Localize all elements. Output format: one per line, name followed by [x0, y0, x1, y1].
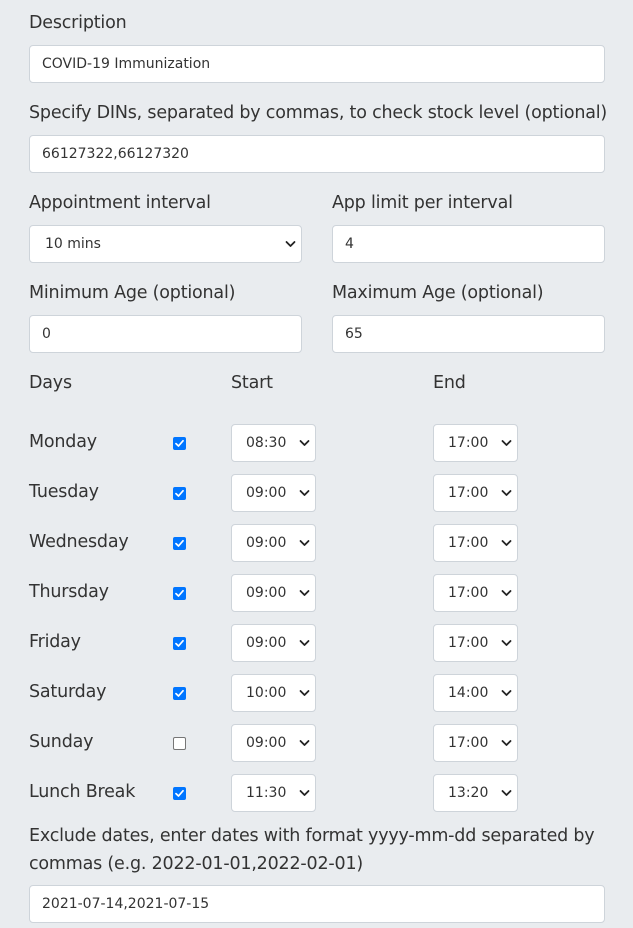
end-time-value: 17:00	[448, 585, 489, 601]
day-label: Lunch Break	[29, 782, 136, 802]
chevron-down-icon	[299, 790, 310, 796]
description-label: Description	[29, 13, 127, 33]
start-time-value: 09:00	[246, 635, 287, 651]
start-time-value: 11:30	[246, 785, 287, 801]
start-time-select[interactable]: 08:30	[231, 424, 316, 462]
start-header: Start	[231, 373, 273, 393]
end-time-select[interactable]: 17:00	[433, 574, 518, 612]
chevron-down-icon	[501, 540, 512, 546]
start-time-value: 09:00	[246, 485, 287, 501]
end-time-value: 14:00	[448, 685, 489, 701]
max-age-input[interactable]	[332, 315, 605, 353]
chevron-down-icon	[299, 590, 310, 596]
day-label: Tuesday	[29, 482, 99, 502]
check-icon	[175, 689, 184, 697]
end-time-value: 13:20	[448, 785, 489, 801]
max-age-label: Maximum Age (optional)	[332, 283, 544, 303]
end-time-select[interactable]: 13:20	[433, 774, 518, 812]
app-limit-input[interactable]	[332, 225, 605, 263]
start-time-select[interactable]: 09:00	[231, 724, 316, 762]
dins-input[interactable]	[29, 135, 605, 173]
appointment-interval-select[interactable]: 10 mins	[29, 225, 302, 263]
appointment-interval-label: Appointment interval	[29, 193, 211, 213]
exclude-dates-input[interactable]	[29, 885, 605, 923]
end-time-select[interactable]: 17:00	[433, 524, 518, 562]
end-time-select[interactable]: 17:00	[433, 474, 518, 512]
chevron-down-icon	[299, 490, 310, 496]
day-label: Saturday	[29, 682, 107, 702]
end-time-value: 17:00	[448, 435, 489, 451]
check-icon	[175, 789, 184, 797]
end-time-value: 17:00	[448, 485, 489, 501]
day-checkbox[interactable]	[173, 487, 186, 500]
day-label: Monday	[29, 432, 97, 452]
day-checkbox[interactable]	[173, 687, 186, 700]
chevron-down-icon	[501, 590, 512, 596]
end-time-value: 17:00	[448, 635, 489, 651]
appointment-interval-value: 10 mins	[45, 236, 101, 252]
start-time-value: 09:00	[246, 735, 287, 751]
end-time-select[interactable]: 17:00	[433, 624, 518, 662]
start-time-select[interactable]: 09:00	[231, 474, 316, 512]
min-age-label: Minimum Age (optional)	[29, 283, 236, 303]
start-time-value: 08:30	[246, 435, 287, 451]
end-time-value: 17:00	[448, 535, 489, 551]
check-icon	[175, 489, 184, 497]
start-time-value: 09:00	[246, 585, 287, 601]
check-icon	[175, 589, 184, 597]
start-time-select[interactable]: 09:00	[231, 574, 316, 612]
chevron-down-icon	[299, 740, 310, 746]
chevron-down-icon	[299, 690, 310, 696]
day-checkbox[interactable]	[173, 537, 186, 550]
check-icon	[175, 539, 184, 547]
chevron-down-icon	[299, 540, 310, 546]
exclude-dates-label-line1: Exclude dates, enter dates with format y…	[29, 826, 595, 846]
day-checkbox[interactable]	[173, 437, 186, 450]
start-time-select[interactable]: 09:00	[231, 524, 316, 562]
dins-label: Specify DINs, separated by commas, to ch…	[29, 103, 608, 123]
end-time-value: 17:00	[448, 735, 489, 751]
chevron-down-icon	[299, 640, 310, 646]
start-time-value: 09:00	[246, 535, 287, 551]
exclude-dates-label: Exclude dates, enter dates with format y…	[29, 822, 595, 878]
chevron-down-icon	[501, 690, 512, 696]
day-checkbox[interactable]	[173, 737, 186, 750]
chevron-down-icon	[299, 440, 310, 446]
chevron-down-icon	[501, 640, 512, 646]
app-limit-label: App limit per interval	[332, 193, 513, 213]
start-time-select[interactable]: 09:00	[231, 624, 316, 662]
chevron-down-icon	[285, 241, 296, 247]
start-time-value: 10:00	[246, 685, 287, 701]
day-label: Thursday	[29, 582, 109, 602]
end-time-select[interactable]: 17:00	[433, 724, 518, 762]
chevron-down-icon	[501, 790, 512, 796]
min-age-input[interactable]	[29, 315, 302, 353]
end-header: End	[433, 373, 466, 393]
chevron-down-icon	[501, 740, 512, 746]
day-checkbox[interactable]	[173, 587, 186, 600]
end-time-select[interactable]: 14:00	[433, 674, 518, 712]
day-label: Wednesday	[29, 532, 129, 552]
check-icon	[175, 439, 184, 447]
exclude-dates-label-line2: commas (e.g. 2022-01-01,2022-02-01)	[29, 854, 364, 874]
end-time-select[interactable]: 17:00	[433, 424, 518, 462]
days-header: Days	[29, 373, 72, 393]
chevron-down-icon	[501, 490, 512, 496]
day-checkbox[interactable]	[173, 787, 186, 800]
start-time-select[interactable]: 11:30	[231, 774, 316, 812]
chevron-down-icon	[501, 440, 512, 446]
start-time-select[interactable]: 10:00	[231, 674, 316, 712]
check-icon	[175, 639, 184, 647]
day-label: Sunday	[29, 732, 94, 752]
description-input[interactable]	[29, 45, 605, 83]
day-checkbox[interactable]	[173, 637, 186, 650]
day-label: Friday	[29, 632, 81, 652]
